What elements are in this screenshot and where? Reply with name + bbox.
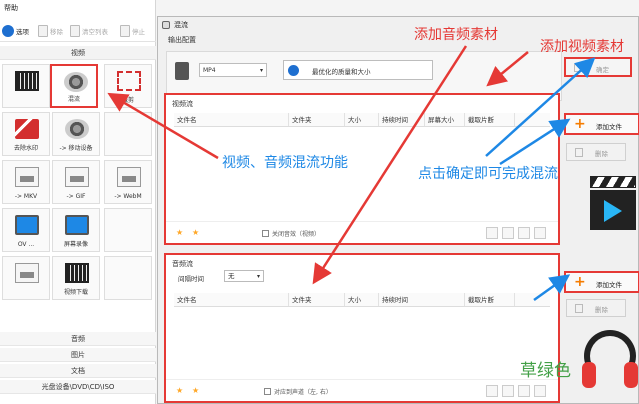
annotation-arrows (107, 45, 596, 302)
arrow-to-mix-tile (107, 92, 219, 160)
arrow-to-add-video (499, 118, 571, 166)
arrow-to-confirm (485, 57, 596, 157)
arrow-to-video-icon (486, 51, 529, 87)
arrow-to-audio (312, 45, 468, 285)
arrow-to-add-audio (533, 274, 571, 302)
